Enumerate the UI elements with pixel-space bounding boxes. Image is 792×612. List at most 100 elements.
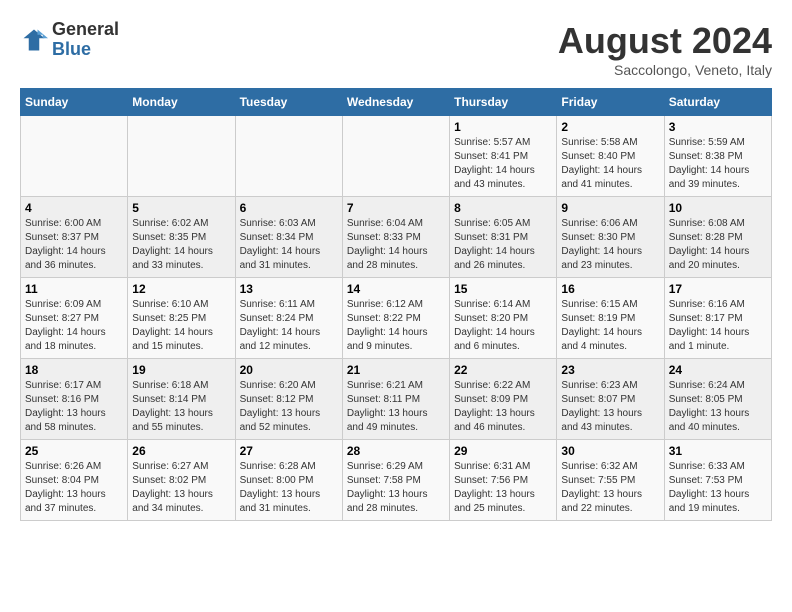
- day-info: Sunrise: 6:17 AMSunset: 8:16 PMDaylight:…: [25, 379, 123, 435]
- calendar-day-cell: 12 Sunrise: 6:10 AMSunset: 8:25 PMDayligh…: [128, 278, 235, 359]
- day-number: 10: [669, 201, 767, 215]
- day-of-week-header: Wednesday: [342, 89, 449, 116]
- calendar-day-cell: 28 Sunrise: 6:29 AMSunset: 7:58 PMDayligh…: [342, 440, 449, 521]
- month-title: August 2024: [558, 20, 772, 62]
- calendar-week-row: 11Sunrise: 6:09 AMSunset: 8:27 PMDayligh…: [21, 278, 772, 359]
- day-info: Sunrise: 6:24 AMSunset: 8:05 PMDaylight:…: [669, 379, 767, 435]
- calendar-day-cell: 14Sunrise: 6:12 AMSunset: 8:22 PMDayligh…: [342, 278, 449, 359]
- calendar-day-cell: 3 Sunrise: 5:59 AMSunset: 8:38 PMDaylight…: [664, 116, 771, 197]
- day-info: Sunrise: 6:23 AMSunset: 8:07 PMDaylight:…: [561, 379, 659, 435]
- day-number: 5: [132, 201, 230, 215]
- day-number: 22: [454, 363, 552, 377]
- day-number: 4: [25, 201, 123, 215]
- logo-icon: [20, 26, 48, 54]
- day-info: Sunrise: 6:31 AMSunset: 7:56 PMDaylight:…: [454, 460, 552, 516]
- day-info: Sunrise: 6:04 AMSunset: 8:33 PMDaylight:…: [347, 217, 445, 273]
- calendar-week-row: 18 Sunrise: 6:17 AMSunset: 8:16 PMDayligh…: [21, 359, 772, 440]
- calendar-day-cell: 19 Sunrise: 6:18 AMSunset: 8:14 PMDayligh…: [128, 359, 235, 440]
- day-number: 26: [132, 444, 230, 458]
- logo-general-text: General: [52, 20, 119, 40]
- day-number: 15: [454, 282, 552, 296]
- location-subtitle: Saccolongo, Veneto, Italy: [558, 62, 772, 78]
- day-number: 2: [561, 120, 659, 134]
- day-number: 1: [454, 120, 552, 134]
- day-number: 31: [669, 444, 767, 458]
- calendar-day-cell: 8 Sunrise: 6:05 AMSunset: 8:31 PMDaylight…: [450, 197, 557, 278]
- day-info: Sunrise: 6:11 AMSunset: 8:24 PMDaylight:…: [240, 298, 338, 354]
- day-number: 13: [240, 282, 338, 296]
- day-info: Sunrise: 6:06 AMSunset: 8:30 PMDaylight:…: [561, 217, 659, 273]
- calendar-table: SundayMondayTuesdayWednesdayThursdayFrid…: [20, 88, 772, 521]
- calendar-body: 1 Sunrise: 5:57 AMSunset: 8:41 PMDaylight…: [21, 116, 772, 521]
- calendar-day-cell: 13 Sunrise: 6:11 AMSunset: 8:24 PMDayligh…: [235, 278, 342, 359]
- calendar-day-cell: 9 Sunrise: 6:06 AMSunset: 8:30 PMDaylight…: [557, 197, 664, 278]
- day-info: Sunrise: 6:29 AMSunset: 7:58 PMDaylight:…: [347, 460, 445, 516]
- calendar-day-cell: 24 Sunrise: 6:24 AMSunset: 8:05 PMDayligh…: [664, 359, 771, 440]
- calendar-day-cell: 27Sunrise: 6:28 AMSunset: 8:00 PMDayligh…: [235, 440, 342, 521]
- day-number: 3: [669, 120, 767, 134]
- day-number: 18: [25, 363, 123, 377]
- calendar-day-cell: 17Sunrise: 6:16 AMSunset: 8:17 PMDayligh…: [664, 278, 771, 359]
- day-of-week-header: Sunday: [21, 89, 128, 116]
- calendar-day-cell: 31Sunrise: 6:33 AMSunset: 7:53 PMDayligh…: [664, 440, 771, 521]
- calendar-day-cell: 22 Sunrise: 6:22 AMSunset: 8:09 PMDayligh…: [450, 359, 557, 440]
- day-of-week-header: Monday: [128, 89, 235, 116]
- day-info: Sunrise: 6:32 AMSunset: 7:55 PMDaylight:…: [561, 460, 659, 516]
- page-header: General Blue August 2024 Saccolongo, Ven…: [20, 20, 772, 78]
- calendar-week-row: 4 Sunrise: 6:00 AMSunset: 8:37 PMDaylight…: [21, 197, 772, 278]
- day-info: Sunrise: 6:22 AMSunset: 8:09 PMDaylight:…: [454, 379, 552, 435]
- day-number: 24: [669, 363, 767, 377]
- calendar-day-cell: 5Sunrise: 6:02 AMSunset: 8:35 PMDaylight…: [128, 197, 235, 278]
- day-info: Sunrise: 6:03 AMSunset: 8:34 PMDaylight:…: [240, 217, 338, 273]
- day-number: 7: [347, 201, 445, 215]
- day-info: Sunrise: 6:20 AMSunset: 8:12 PMDaylight:…: [240, 379, 338, 435]
- calendar-day-cell: 30 Sunrise: 6:32 AMSunset: 7:55 PMDayligh…: [557, 440, 664, 521]
- day-info: Sunrise: 6:16 AMSunset: 8:17 PMDaylight:…: [669, 298, 767, 354]
- day-info: Sunrise: 5:59 AMSunset: 8:38 PMDaylight:…: [669, 136, 767, 192]
- day-number: 29: [454, 444, 552, 458]
- day-of-week-header: Saturday: [664, 89, 771, 116]
- day-of-week-header: Thursday: [450, 89, 557, 116]
- calendar-day-cell: 26 Sunrise: 6:27 AMSunset: 8:02 PMDayligh…: [128, 440, 235, 521]
- day-number: 9: [561, 201, 659, 215]
- day-number: 28: [347, 444, 445, 458]
- day-info: Sunrise: 6:08 AMSunset: 8:28 PMDaylight:…: [669, 217, 767, 273]
- day-number: 25: [25, 444, 123, 458]
- day-number: 12: [132, 282, 230, 296]
- day-number: 14: [347, 282, 445, 296]
- day-info: Sunrise: 6:21 AMSunset: 8:11 PMDaylight:…: [347, 379, 445, 435]
- calendar-day-cell: [21, 116, 128, 197]
- calendar-day-cell: 11Sunrise: 6:09 AMSunset: 8:27 PMDayligh…: [21, 278, 128, 359]
- day-of-week-header: Tuesday: [235, 89, 342, 116]
- day-info: Sunrise: 6:00 AMSunset: 8:37 PMDaylight:…: [25, 217, 123, 273]
- logo-blue-text: Blue: [52, 40, 119, 60]
- calendar-day-cell: 20Sunrise: 6:20 AMSunset: 8:12 PMDayligh…: [235, 359, 342, 440]
- day-of-week-header: Friday: [557, 89, 664, 116]
- calendar-day-cell: 6Sunrise: 6:03 AMSunset: 8:34 PMDaylight…: [235, 197, 342, 278]
- calendar-week-row: 1 Sunrise: 5:57 AMSunset: 8:41 PMDaylight…: [21, 116, 772, 197]
- day-number: 21: [347, 363, 445, 377]
- calendar-day-cell: 21 Sunrise: 6:21 AMSunset: 8:11 PMDayligh…: [342, 359, 449, 440]
- calendar-day-cell: [342, 116, 449, 197]
- day-number: 8: [454, 201, 552, 215]
- day-info: Sunrise: 5:58 AMSunset: 8:40 PMDaylight:…: [561, 136, 659, 192]
- calendar-day-cell: 10 Sunrise: 6:08 AMSunset: 8:28 PMDayligh…: [664, 197, 771, 278]
- day-number: 19: [132, 363, 230, 377]
- day-info: Sunrise: 6:05 AMSunset: 8:31 PMDaylight:…: [454, 217, 552, 273]
- day-number: 27: [240, 444, 338, 458]
- day-info: Sunrise: 6:26 AMSunset: 8:04 PMDaylight:…: [25, 460, 123, 516]
- calendar-day-cell: 18 Sunrise: 6:17 AMSunset: 8:16 PMDayligh…: [21, 359, 128, 440]
- day-info: Sunrise: 5:57 AMSunset: 8:41 PMDaylight:…: [454, 136, 552, 192]
- day-info: Sunrise: 6:10 AMSunset: 8:25 PMDaylight:…: [132, 298, 230, 354]
- calendar-day-cell: 1 Sunrise: 5:57 AMSunset: 8:41 PMDaylight…: [450, 116, 557, 197]
- day-info: Sunrise: 6:18 AMSunset: 8:14 PMDaylight:…: [132, 379, 230, 435]
- calendar-day-cell: 25 Sunrise: 6:26 AMSunset: 8:04 PMDayligh…: [21, 440, 128, 521]
- calendar-week-row: 25 Sunrise: 6:26 AMSunset: 8:04 PMDayligh…: [21, 440, 772, 521]
- calendar-day-cell: 29 Sunrise: 6:31 AMSunset: 7:56 PMDayligh…: [450, 440, 557, 521]
- logo: General Blue: [20, 20, 119, 60]
- calendar-day-cell: [235, 116, 342, 197]
- day-info: Sunrise: 6:14 AMSunset: 8:20 PMDaylight:…: [454, 298, 552, 354]
- day-number: 30: [561, 444, 659, 458]
- day-info: Sunrise: 6:27 AMSunset: 8:02 PMDaylight:…: [132, 460, 230, 516]
- days-of-week-row: SundayMondayTuesdayWednesdayThursdayFrid…: [21, 89, 772, 116]
